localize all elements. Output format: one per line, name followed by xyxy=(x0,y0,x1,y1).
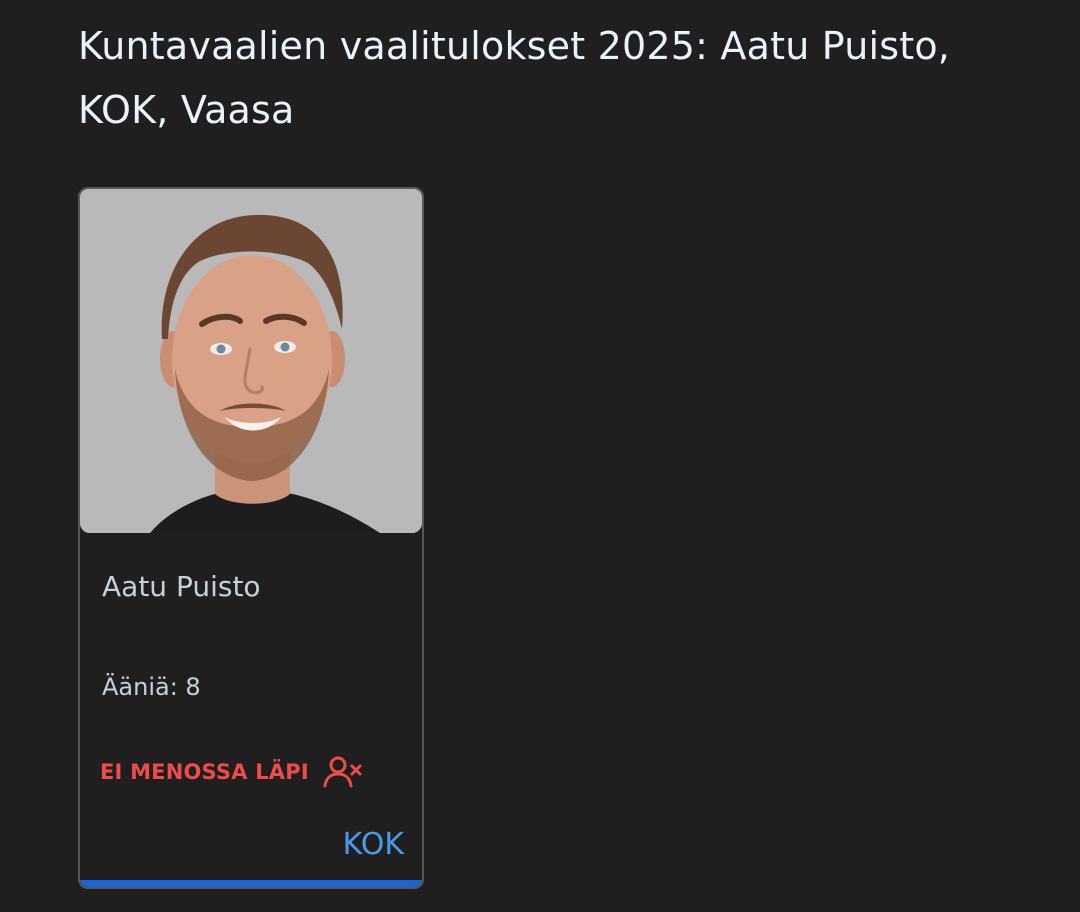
page-title: Kuntavaalien vaalitulokset 2025: Aatu Pu… xyxy=(78,24,951,132)
election-status: EI MENOSSA LÄPI xyxy=(100,755,363,789)
card-accent-bar xyxy=(80,880,422,887)
results-page: Kuntavaalien vaalitulokset 2025: Aatu Pu… xyxy=(0,0,1080,912)
status-label: EI MENOSSA LÄPI xyxy=(100,760,309,784)
candidate-photo xyxy=(80,189,422,533)
vote-count: Ääniä: 8 xyxy=(102,673,201,701)
candidate-card[interactable]: Aatu Puisto Ääniä: 8 EI MENOSSA LÄPI KOK xyxy=(78,187,424,889)
party-abbreviation: KOK xyxy=(342,827,404,862)
user-x-icon xyxy=(323,755,363,789)
candidate-name: Aatu Puisto xyxy=(102,570,261,603)
